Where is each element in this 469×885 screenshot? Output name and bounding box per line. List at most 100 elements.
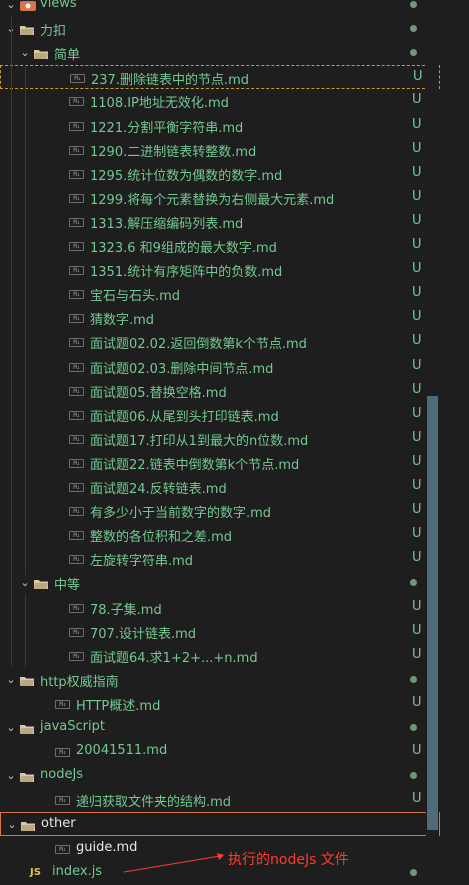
git-untracked-status: U: [412, 526, 422, 542]
file-78-md[interactable]: M↓ 78.子集.md U: [0, 596, 440, 620]
git-modified-dot-icon: [410, 772, 417, 780]
git-untracked-status: U: [412, 333, 422, 349]
file-1299-md[interactable]: M↓ 1299.将每个元素替换为右侧最大元素.md U: [0, 186, 440, 210]
file-md[interactable]: M↓ 猜数字.md U: [0, 306, 440, 330]
folder-item[interactable]: ⌄ 简单: [0, 41, 440, 65]
folder-open-icon: [20, 724, 34, 734]
git-modified-dot-icon: [410, 868, 417, 876]
file-label: 面试题17.打印从1到最大的n位数.md: [90, 433, 309, 449]
git-untracked-status: U: [412, 743, 422, 759]
markdown-icon: M↓: [69, 627, 84, 637]
git-modified-dot-icon: [410, 49, 417, 57]
folder-http[interactable]: ⌄ http权威指南: [0, 668, 440, 692]
file-24-md[interactable]: M↓ 面试题24.反转链表.md U: [0, 475, 440, 499]
file-label: 78.子集.md: [90, 602, 162, 618]
markdown-icon: M↓: [69, 362, 84, 372]
folder-views[interactable]: ⌄ views: [0, 0, 440, 17]
file-label: 面试题06.从尾到头打印链表.md: [90, 409, 279, 425]
markdown-icon: M↓: [69, 531, 84, 541]
file-label: 707.设计链表.md: [90, 626, 196, 642]
folder-other[interactable]: ⌄ other: [0, 812, 440, 837]
file-22-k-md[interactable]: M↓ 面试题22.链表中倒数第k个节点.md U: [0, 451, 440, 475]
markdown-icon: M↓: [69, 338, 84, 348]
file-md[interactable]: M↓ 宝石与石头.md U: [0, 282, 440, 306]
file-02-03-md[interactable]: M↓ 面试题02.03.删除中间节点.md U: [0, 355, 440, 379]
file-label: 1108.IP地址无效化.md: [90, 96, 229, 112]
git-untracked-status: U: [412, 381, 422, 397]
git-modified-dot-icon: [410, 1, 417, 8]
file-md[interactable]: M↓ 左旋转字符串.md U: [0, 547, 440, 571]
folder-open-icon: [34, 49, 48, 60]
file-label: 237.删除链表中的节点.md: [91, 73, 249, 89]
file-1323-6-9-md[interactable]: M↓ 1323.6 和9组成的最大数字.md U: [0, 234, 440, 258]
file-06-md[interactable]: M↓ 面试题06.从尾到头打印链表.md U: [0, 403, 440, 427]
git-modified-dot-icon: [410, 579, 417, 587]
file-237-md[interactable]: M↓ 237.删除链表中的节点.md U: [0, 65, 440, 90]
file-label: 递归获取文件夹的结构.md: [76, 795, 232, 811]
folder-item[interactable]: ⌄力扣: [0, 17, 440, 41]
git-untracked-status: U: [412, 309, 422, 325]
folder-open-icon: [20, 25, 34, 36]
markdown-icon: M↓: [69, 603, 84, 613]
git-untracked-status: U: [412, 116, 422, 132]
views-folder-icon: [20, 1, 36, 11]
file-1221-md[interactable]: M↓ 1221.分割平衡字符串.md U: [0, 114, 440, 138]
file-1108-ip-md[interactable]: M↓ 1108.IP地址无效化.md U: [0, 89, 440, 113]
file-label: 面试题22.链表中倒数第k个节点.md: [90, 457, 300, 473]
markdown-icon: M↓: [55, 796, 70, 806]
file-md[interactable]: M↓ 整数的各位积和之差.md U: [0, 523, 440, 547]
folder-label: http权威指南: [40, 674, 119, 690]
file-1290-md[interactable]: M↓ 1290.二进制链表转整数.md U: [0, 138, 440, 162]
file-05-md[interactable]: M↓ 面试题05.替换空格.md U: [0, 379, 440, 403]
file-explorer-tree: ⌄views⌄力扣⌄简单M↓237.删除链表中的节点.mdUM↓1108.IP地…: [0, 0, 440, 885]
file-label: 左旋转字符串.md: [90, 554, 194, 570]
chevron-down-icon[interactable]: ⌄: [6, 674, 16, 685]
chevron-down-icon[interactable]: ⌄: [6, 770, 16, 781]
file-1295-md[interactable]: M↓ 1295.统计位数为偶数的数字.md U: [0, 162, 440, 186]
file-707-md[interactable]: M↓ 707.设计链表.md U: [0, 620, 440, 644]
file-02-02-k-md[interactable]: M↓ 面试题02.02.返回倒数第k个节点.md U: [0, 330, 440, 354]
file-md[interactable]: M↓ 有多少小于当前数字的数字.md U: [0, 499, 440, 523]
file-label: 1290.二进制链表转整数.md: [90, 144, 257, 160]
file-17-1-n-md[interactable]: M↓ 面试题17.打印从1到最大的n位数.md U: [0, 427, 440, 451]
git-untracked-status: U: [412, 453, 422, 469]
folder-item[interactable]: ⌄ 中等: [0, 571, 440, 595]
javascript-icon: JS: [30, 866, 41, 878]
scrollbar-thumb[interactable]: [427, 396, 438, 830]
git-untracked-status: U: [412, 140, 422, 156]
file-label: 面试题02.02.返回倒数第k个节点.md: [90, 337, 307, 353]
git-untracked-status: U: [412, 429, 422, 445]
folder-nodejs[interactable]: ⌄ nodeJs: [0, 764, 440, 788]
markdown-icon: M↓: [69, 314, 84, 324]
file-64-1-2-n-md[interactable]: M↓ 面试题64.求1+2+...+n.md U: [0, 644, 440, 668]
indent-guide-level-1: [11, 17, 12, 667]
file-md[interactable]: M↓ 递归获取文件夹的结构.md U: [0, 788, 440, 812]
chevron-down-icon[interactable]: ⌄: [6, 722, 16, 733]
file-label: 20041511.md: [76, 743, 168, 759]
file-1313-md[interactable]: M↓ 1313.解压缩编码列表.md U: [0, 210, 440, 234]
git-untracked-status: U: [412, 550, 422, 566]
folder-javascript[interactable]: ⌄ javaScript: [0, 716, 440, 740]
chevron-down-icon[interactable]: ⌄: [20, 577, 30, 588]
git-untracked-status: U: [413, 69, 423, 85]
markdown-icon: M↓: [69, 555, 84, 565]
git-modified-dot-icon: [410, 675, 417, 683]
file-label: HTTP概述.md: [76, 698, 161, 714]
folder-open-icon: [20, 676, 34, 686]
file-http-md[interactable]: M↓ HTTP概述.md U: [0, 692, 440, 716]
chevron-down-icon[interactable]: ⌄: [7, 819, 17, 830]
git-untracked-status: U: [412, 646, 422, 662]
folder-label: other: [41, 816, 76, 832]
markdown-icon: M↓: [69, 193, 84, 203]
markdown-icon: M↓: [69, 410, 84, 420]
chevron-down-icon[interactable]: ⌄: [20, 47, 30, 58]
markdown-icon: M↓: [69, 290, 84, 300]
file-20041511-md[interactable]: M↓ 20041511.md U: [0, 740, 440, 764]
chevron-down-icon[interactable]: ⌄: [6, 0, 16, 10]
annotation-arrow: [123, 853, 224, 873]
folder-label: views: [40, 0, 77, 11]
file-1351-md[interactable]: M↓ 1351.统计有序矩阵中的负数.md U: [0, 258, 440, 282]
git-untracked-status: U: [412, 694, 422, 710]
file-label: 1323.6 和9组成的最大数字.md: [90, 241, 277, 256]
folder-label: 力扣: [40, 24, 67, 40]
